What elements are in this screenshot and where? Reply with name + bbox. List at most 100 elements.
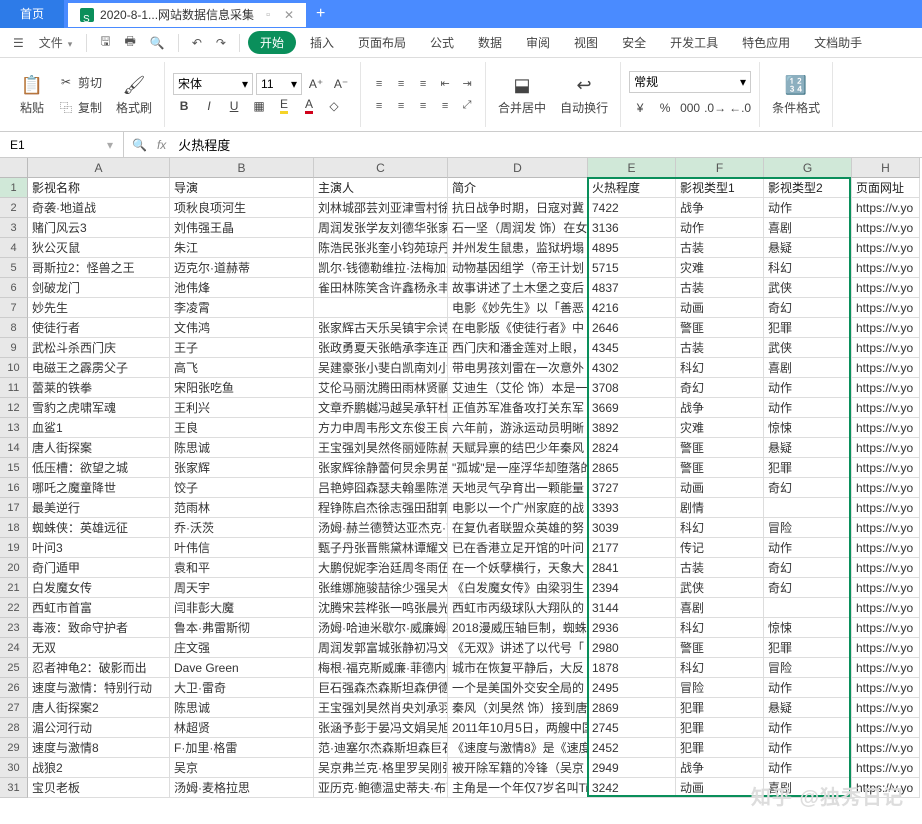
cell[interactable]: 大卫·雷奇: [170, 678, 314, 698]
ribbon-tab-dochelper[interactable]: 文档助手: [804, 28, 872, 57]
cell[interactable]: 犯罪: [676, 718, 764, 738]
merge-center-button[interactable]: ⬓ 合并居中: [494, 71, 550, 118]
cell[interactable]: https://v.yo: [852, 618, 920, 638]
cell[interactable]: 方力申周韦彤文东俊王良: [314, 418, 448, 438]
cell[interactable]: https://v.yo: [852, 258, 920, 278]
cell[interactable]: 城市在恢复平静后，大反: [448, 658, 588, 678]
name-box[interactable]: E1 ▾: [0, 132, 124, 157]
cell[interactable]: 并州发生鼠患，监狱坍塌: [448, 238, 588, 258]
cell[interactable]: 在一个妖孽横行，天象大: [448, 558, 588, 578]
cell[interactable]: 奇幻: [676, 378, 764, 398]
row-header[interactable]: 25: [0, 658, 28, 678]
cell[interactable]: Dave Green: [170, 658, 314, 678]
undo-icon[interactable]: ↶: [187, 32, 207, 54]
row-header[interactable]: 16: [0, 478, 28, 498]
row-header[interactable]: 8: [0, 318, 28, 338]
cell[interactable]: 战争: [676, 758, 764, 778]
select-all-corner[interactable]: [0, 158, 28, 178]
bold-button[interactable]: B: [173, 95, 195, 117]
cell[interactable]: 陈思诚: [170, 438, 314, 458]
cell[interactable]: 奇幻: [764, 478, 852, 498]
font-size-select[interactable]: 11▾: [256, 73, 302, 95]
row-header[interactable]: 20: [0, 558, 28, 578]
row-header[interactable]: 17: [0, 498, 28, 518]
cell[interactable]: 毒液：致命守护者: [28, 618, 170, 638]
cell[interactable]: 动作: [764, 538, 852, 558]
redo-icon[interactable]: ↷: [211, 32, 231, 54]
cell[interactable]: 湄公河行动: [28, 718, 170, 738]
cell[interactable]: 战狼2: [28, 758, 170, 778]
row-header[interactable]: 26: [0, 678, 28, 698]
cell[interactable]: 张家辉徐静蕾何炅余男苗: [314, 458, 448, 478]
cell[interactable]: 2865: [588, 458, 676, 478]
cell[interactable]: 犯罪: [676, 738, 764, 758]
ribbon-tab-review[interactable]: 审阅: [516, 28, 560, 57]
cell[interactable]: 悬疑: [764, 438, 852, 458]
cell[interactable]: 低压槽：欲望之城: [28, 458, 170, 478]
underline-button[interactable]: U: [223, 95, 245, 117]
tab-close-icon[interactable]: ✕: [284, 3, 294, 27]
cell[interactable]: https://v.yo: [852, 278, 920, 298]
row-header[interactable]: 9: [0, 338, 28, 358]
cell[interactable]: 唐人街探案: [28, 438, 170, 458]
cell[interactable]: 在电影版《使徒行者》中: [448, 318, 588, 338]
cell[interactable]: 惊悚: [764, 418, 852, 438]
zoom-formula-icon[interactable]: 🔍: [132, 138, 147, 152]
cell[interactable]: https://v.yo: [852, 418, 920, 438]
cell[interactable]: 迈克尔·道赫蒂: [170, 258, 314, 278]
cell[interactable]: 2011年10月5日，两艘中国: [448, 718, 588, 738]
cell[interactable]: https://v.yo: [852, 378, 920, 398]
align-top-icon[interactable]: ≡: [369, 74, 389, 94]
cell[interactable]: 艾伦马丽沈腾田雨林贤鹂: [314, 378, 448, 398]
cell[interactable]: 2869: [588, 698, 676, 718]
column-header-B[interactable]: B: [170, 158, 314, 178]
row-header[interactable]: 15: [0, 458, 28, 478]
cell[interactable]: 2177: [588, 538, 676, 558]
align-right-icon[interactable]: ≡: [413, 96, 433, 116]
ribbon-tab-start[interactable]: 开始: [248, 31, 296, 54]
cell[interactable]: 惊悚: [764, 618, 852, 638]
row-header[interactable]: 1: [0, 178, 28, 198]
cell[interactable]: 战争: [676, 198, 764, 218]
cell[interactable]: 已在香港立足开馆的叶问: [448, 538, 588, 558]
cell[interactable]: 传记: [676, 538, 764, 558]
cell[interactable]: 影视类型1: [676, 178, 764, 198]
cell[interactable]: 冒险: [676, 678, 764, 698]
cell[interactable]: 奇袭·地道战: [28, 198, 170, 218]
cell[interactable]: https://v.yo: [852, 518, 920, 538]
cell[interactable]: 4837: [588, 278, 676, 298]
cell[interactable]: 动画: [676, 298, 764, 318]
ribbon-tab-pagelayout[interactable]: 页面布局: [348, 28, 416, 57]
grid-body[interactable]: 1影视名称导演主演人简介火热程度影视类型1影视类型2页面网址2奇袭·地道战项秋良…: [0, 178, 920, 798]
cell[interactable]: 警匪: [676, 318, 764, 338]
cell[interactable]: 汤姆·赫兰德赞达亚杰克·吉: [314, 518, 448, 538]
cell[interactable]: 血鲨1: [28, 418, 170, 438]
cell[interactable]: https://v.yo: [852, 358, 920, 378]
row-header[interactable]: 29: [0, 738, 28, 758]
cell[interactable]: 2824: [588, 438, 676, 458]
cell[interactable]: https://v.yo: [852, 458, 920, 478]
cell[interactable]: https://v.yo: [852, 198, 920, 218]
row-header[interactable]: 5: [0, 258, 28, 278]
cell[interactable]: https://v.yo: [852, 678, 920, 698]
cell[interactable]: https://v.yo: [852, 538, 920, 558]
cell[interactable]: 武侠: [764, 338, 852, 358]
cell[interactable]: 池伟烽: [170, 278, 314, 298]
cell[interactable]: 雀田林陈笑含许鑫杨永丰: [314, 278, 448, 298]
row-header[interactable]: 22: [0, 598, 28, 618]
row-header[interactable]: 24: [0, 638, 28, 658]
clear-format-button[interactable]: ◇: [323, 95, 345, 117]
cell[interactable]: 科幻: [676, 518, 764, 538]
cell[interactable]: 项秋良项河生: [170, 198, 314, 218]
cell[interactable]: 电影《妙先生》以「善恶: [448, 298, 588, 318]
cell[interactable]: 哪吒之魔童降世: [28, 478, 170, 498]
row-header[interactable]: 7: [0, 298, 28, 318]
cell[interactable]: 动作: [764, 718, 852, 738]
cell[interactable]: 警匪: [676, 438, 764, 458]
cell[interactable]: https://v.yo: [852, 718, 920, 738]
cell[interactable]: 3039: [588, 518, 676, 538]
cell[interactable]: 电影以一个广州家庭的战: [448, 498, 588, 518]
cell[interactable]: 忍者神龟2：破影而出: [28, 658, 170, 678]
cell[interactable]: https://v.yo: [852, 478, 920, 498]
cell[interactable]: 影视类型2: [764, 178, 852, 198]
